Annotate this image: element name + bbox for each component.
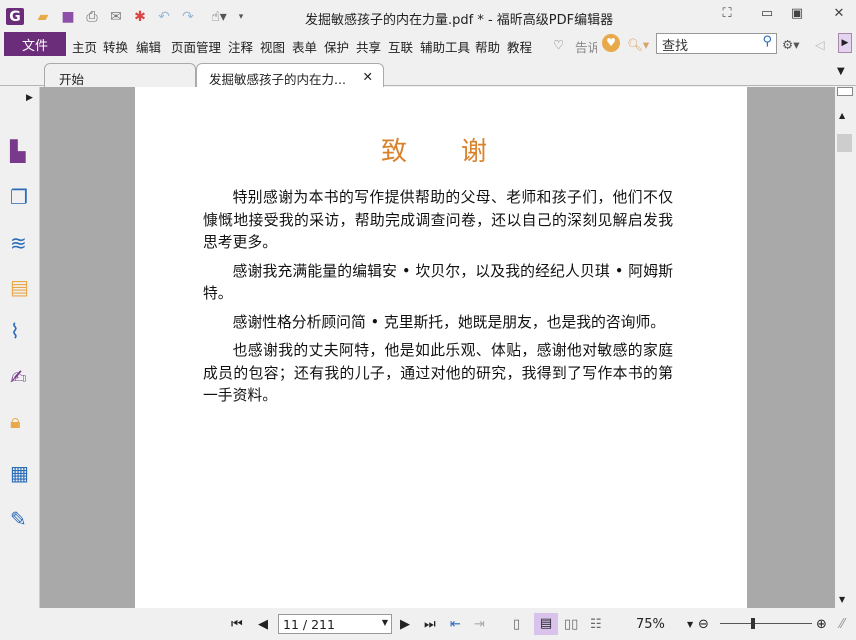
pages-icon[interactable]: ❐ (10, 185, 32, 209)
menu-accessibility[interactable]: 辅助工具 (420, 37, 470, 56)
settings-gear-icon[interactable]: ⚙▾ (782, 37, 799, 52)
title-bar: G ▰ ■ ⎙ ✉ ✱ ↶ ↷ ☝▾ ▾ 发掘敏感孩子的内在力量.pdf * -… (0, 0, 856, 32)
minimize-button[interactable]: ▭ (756, 6, 778, 24)
menu-edit[interactable]: 编辑 (136, 37, 161, 56)
zoom-slider[interactable] (720, 618, 812, 629)
search-icon[interactable]: ⚲ (762, 34, 772, 49)
tab-start[interactable]: 开始 (44, 63, 196, 87)
open-folder-icon[interactable]: ▰ (34, 8, 52, 25)
attachments-icon[interactable]: ⌇ (10, 319, 32, 343)
scroll-left-icon[interactable]: ◁ (815, 37, 825, 52)
scroll-up-icon[interactable]: ▲ (839, 111, 845, 120)
zoom-dropdown-icon[interactable]: ▼ (687, 620, 693, 629)
save-icon[interactable]: ■ (59, 8, 77, 25)
paragraph: 感谢性格分析顾问简 • 克里斯托，她既是朋友，也是我的咨询师。 (232, 313, 666, 331)
two-page-continuous-icon[interactable]: ☷ (590, 617, 602, 632)
paragraph: 感谢我充满能量的编辑安 • 坎贝尔，以及我的经纪人贝琪 • 阿姆斯特。 (203, 262, 673, 303)
file-menu-button[interactable]: 文件 (4, 32, 66, 56)
redo-icon[interactable]: ↷ (179, 8, 197, 25)
menu-form[interactable]: 表单 (292, 37, 317, 56)
lightbulb-icon[interactable]: ♡ (553, 37, 564, 52)
first-page-icon[interactable]: ⏮ (231, 617, 243, 632)
email-icon[interactable]: ✉ (107, 8, 125, 25)
tab-label: 发掘敏感孩子的内在力... (209, 72, 346, 87)
next-page-icon[interactable]: ▶ (400, 617, 410, 632)
tab-label: 开始 (59, 72, 85, 87)
undo-icon[interactable]: ↶ (155, 8, 173, 25)
folder-search-icon[interactable]: 🔍︎▾ (627, 37, 649, 53)
tab-list-dropdown-icon[interactable]: ▼ (837, 66, 845, 77)
menu-home[interactable]: 主页 (72, 37, 97, 56)
zoom-in-icon[interactable]: ⊕ (816, 617, 827, 632)
fullscreen-icon[interactable]: ⛶ (716, 6, 738, 24)
menu-connect[interactable]: 互联 (388, 37, 413, 56)
security-lock-icon[interactable]: 🔒︎ (10, 409, 32, 433)
paragraph: 特别感谢为本书的写作提供帮助的父母、老师和孩子们，他们不仅慷慨地接受我的采访，帮… (203, 189, 673, 251)
hand-tool-icon[interactable]: ☝▾ (204, 8, 234, 25)
print-icon[interactable]: ⎙ (83, 8, 101, 25)
previous-page-icon[interactable]: ◀ (258, 617, 268, 632)
heart-icon[interactable]: ♥ (602, 34, 620, 52)
previous-view-icon[interactable]: ⇤ (450, 617, 461, 632)
certificate-pen-icon[interactable]: ✎ (10, 507, 32, 531)
page-number: 11 / 211 (283, 617, 335, 632)
menu-view[interactable]: 视图 (260, 37, 285, 56)
scroll-thumb[interactable] (837, 134, 852, 152)
resize-grip-icon[interactable]: ⁄⁄ (840, 617, 844, 632)
two-page-icon[interactable]: ▯▯ (564, 617, 578, 632)
search-placeholder: 查找 (662, 39, 689, 54)
scroll-right-button[interactable]: ▶ (838, 33, 852, 53)
scroll-down-icon[interactable]: ▼ (839, 595, 845, 604)
close-tab-icon[interactable]: ✕ (363, 69, 373, 84)
maximize-button[interactable]: ▣ (786, 6, 808, 24)
scroll-split-handle[interactable] (837, 87, 853, 96)
form-fields-icon[interactable]: ▦ (10, 461, 32, 485)
menu-convert[interactable]: 转换 (103, 37, 128, 56)
last-page-icon[interactable]: ⏭ (424, 617, 436, 632)
menu-comment[interactable]: 注释 (228, 37, 253, 56)
zoom-out-icon[interactable]: ⊖ (698, 617, 709, 632)
signatures-icon[interactable]: ✍ (10, 365, 32, 389)
navigation-panel: ▶ ▙ ❐ ≋ ▤ ⌇ ✍ 🔒︎ ▦ ✎ (0, 87, 43, 608)
tell-me-input[interactable]: 告诉 (575, 37, 597, 56)
zoom-slider-thumb[interactable] (751, 618, 755, 629)
page-thumbnails-icon[interactable]: ▙ (10, 139, 32, 163)
tab-document[interactable]: 发掘敏感孩子的内在力... ✕ (196, 63, 384, 88)
page-heading: 致 谢 (380, 137, 501, 167)
pdf-page: 致 谢 特别感谢为本书的写作提供帮助的父母、老师和孩子们，他们不仅慷慨地接受我的… (135, 87, 747, 608)
page-dropdown-icon[interactable]: ▼ (382, 618, 388, 627)
menu-protect[interactable]: 保护 (324, 37, 349, 56)
layers-icon[interactable]: ≋ (10, 231, 32, 255)
page-body: 特别感谢为本书的写作提供帮助的父母、老师和孩子们，他们不仅慷慨地接受我的采访，帮… (203, 187, 673, 414)
window-title: 发掘敏感孩子的内在力量.pdf * - 福昕高级PDF编辑器 (305, 13, 614, 28)
menu-tutorial[interactable]: 教程 (507, 37, 532, 56)
continuous-page-icon[interactable]: ▤ (534, 613, 558, 635)
expand-panel-icon[interactable]: ▶ (26, 93, 33, 103)
comments-icon[interactable]: ▤ (10, 275, 32, 299)
single-page-icon[interactable]: ▯ (513, 617, 520, 632)
menu-help[interactable]: 帮助 (475, 37, 500, 56)
page-number-input[interactable]: 11 / 211 ▼ (278, 614, 392, 634)
new-document-icon[interactable]: ✱ (131, 8, 149, 25)
customize-toolbar-icon[interactable]: ▾ (232, 8, 250, 25)
vertical-scrollbar[interactable]: ▲ ▼ (835, 87, 856, 608)
zoom-level[interactable]: 75% (636, 617, 665, 632)
menu-page-manage[interactable]: 页面管理 (171, 37, 221, 56)
next-view-icon[interactable]: ⇥ (474, 617, 485, 632)
app-logo-icon: G (6, 8, 24, 25)
close-button[interactable]: ✕ (828, 6, 850, 24)
menu-share[interactable]: 共享 (356, 37, 381, 56)
paragraph: 也感谢我的丈夫阿特，他是如此乐观、体贴，感谢他对敏感的家庭成员的包容；还有我的儿… (203, 342, 673, 404)
search-input[interactable]: 查找 ⚲ (656, 33, 777, 54)
